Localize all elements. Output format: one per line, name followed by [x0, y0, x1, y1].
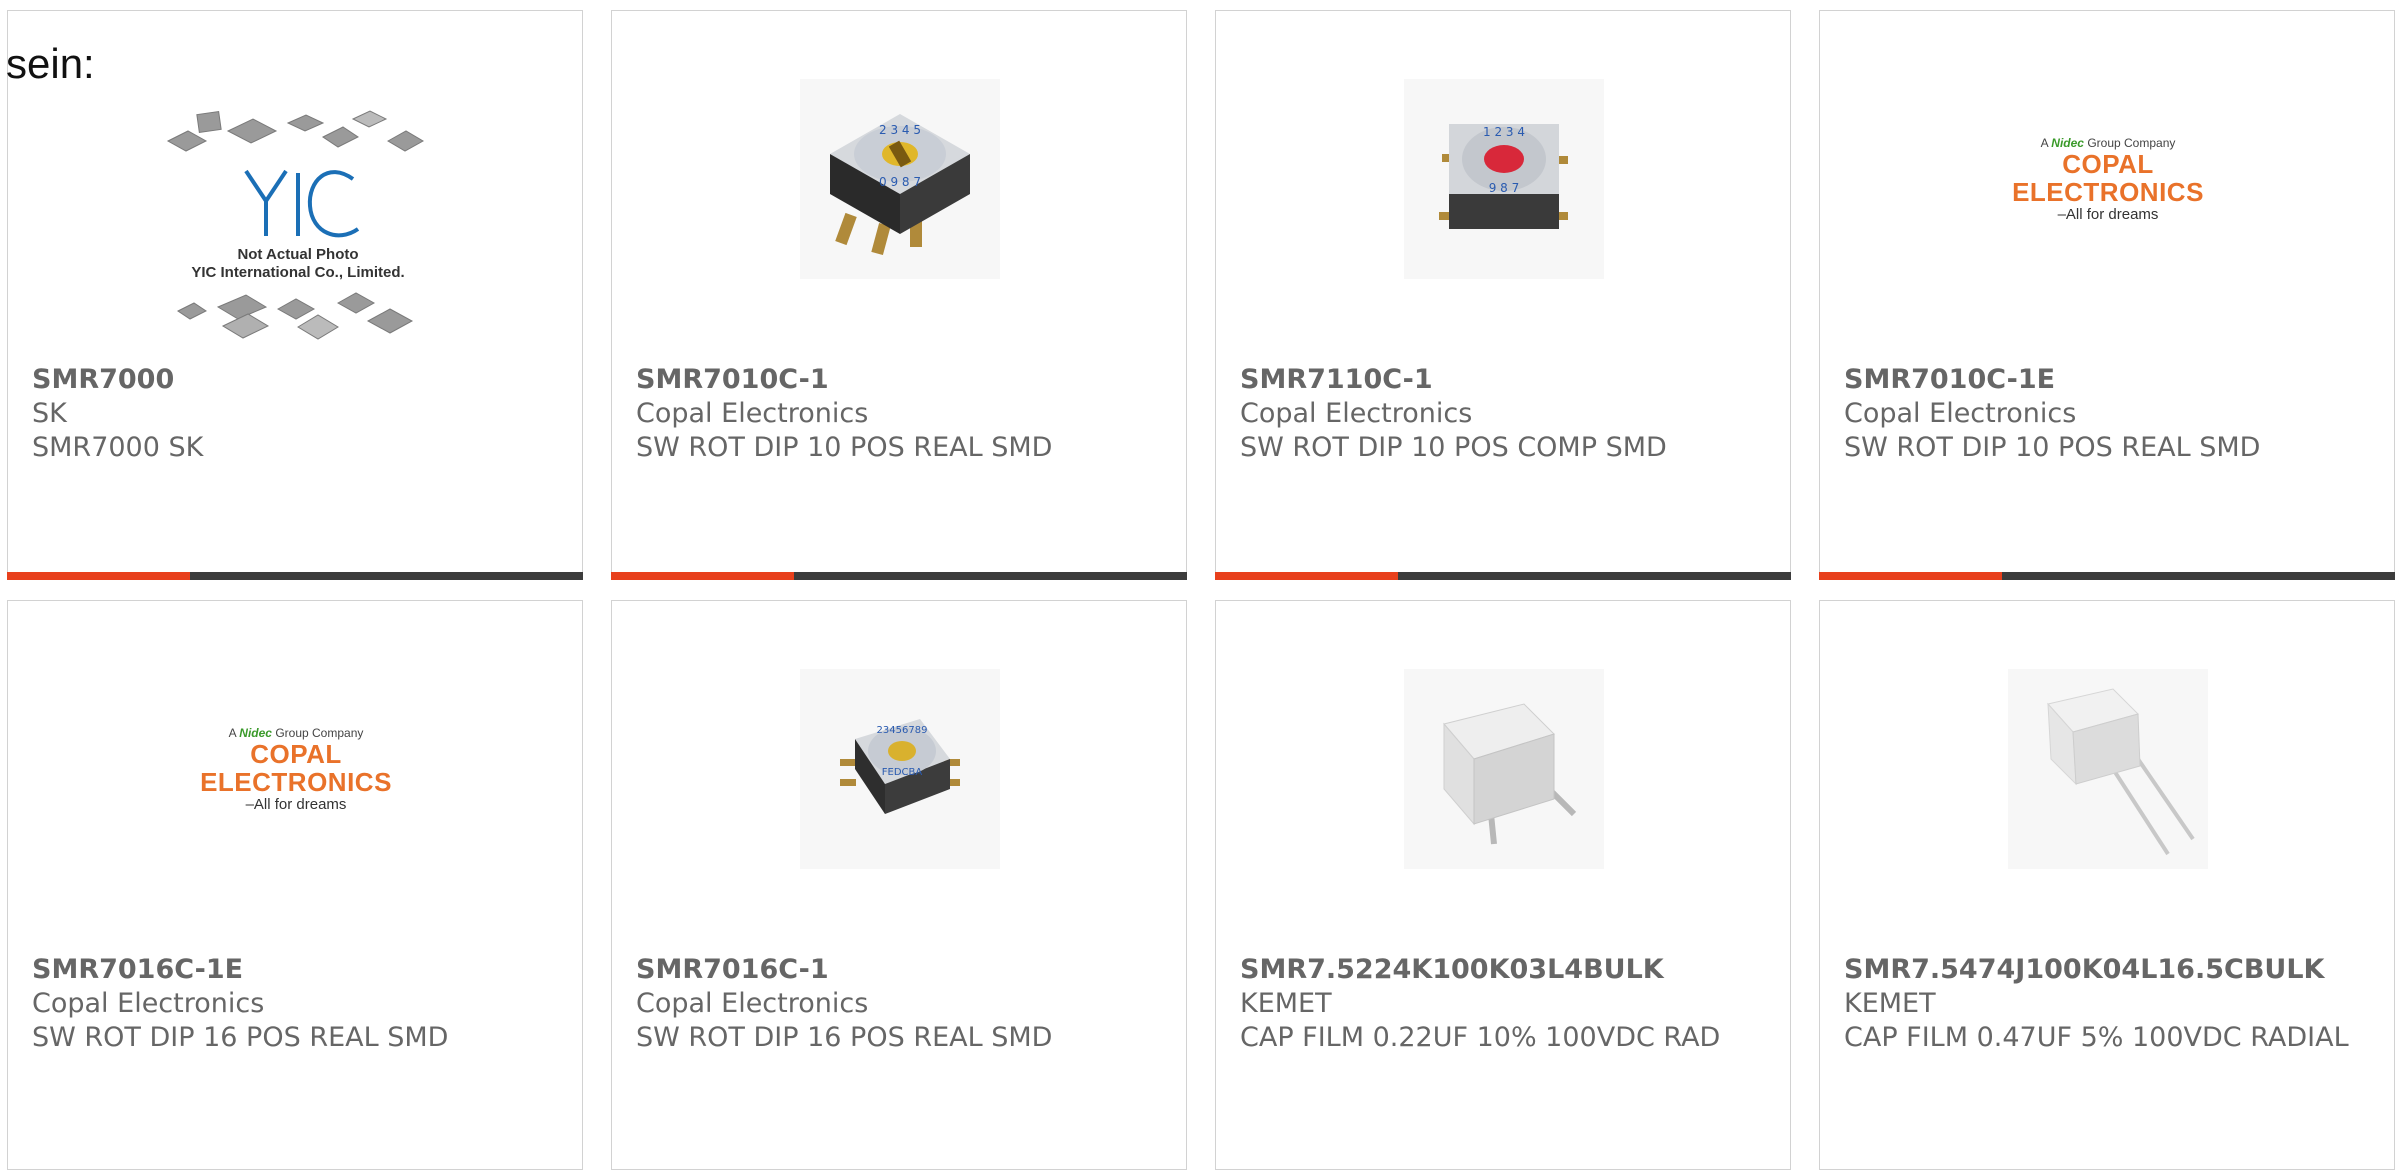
film-capacitor-icon: [1443, 703, 1577, 845]
rotary-switch-icon: 23456789 FEDCBA: [840, 719, 960, 814]
part-number[interactable]: SMR7000: [32, 363, 562, 397]
manufacturer: KEMET: [1844, 988, 1936, 1019]
product-image-film-capacitor[interactable]: [2008, 669, 2208, 869]
part-number[interactable]: SMR7.5224K100K03L4BULK: [1240, 953, 1770, 987]
description: SW ROT DIP 10 POS REAL SMD: [1844, 432, 2261, 463]
part-number[interactable]: SMR7010C-1: [636, 363, 1166, 397]
part-number[interactable]: SMR7110C-1: [1240, 363, 1770, 397]
intro-text: sein:: [6, 40, 95, 87]
product-card-smr7-5224k100k03l4bulk[interactable]: SMR7.5224K100K03L4BULK KEMET CAP FILM 0.…: [1215, 600, 1791, 1170]
description: SW ROT DIP 10 POS REAL SMD: [636, 432, 1053, 463]
product-card-smr7000[interactable]: Not Actual Photo YIC International Co., …: [7, 10, 583, 580]
product-image-film-capacitor[interactable]: [1404, 669, 1604, 869]
part-number[interactable]: SMR7.5474J100K04L16.5CBULK: [1844, 953, 2374, 987]
product-card-smr7010c-1e[interactable]: A Nidec Group Company COPAL ELECTRONICS …: [1819, 10, 2395, 580]
card-accent-bar: [1819, 572, 2395, 580]
rotary-switch-icon: 1 2 3 4 9 8 7: [1439, 124, 1568, 229]
manufacturer: Copal Electronics: [636, 398, 869, 429]
description: SMR7000 SK: [32, 432, 204, 463]
product-card-smr7010c-1[interactable]: 2 3 4 5 0 9 8 7 SMR7010C-1 Copal Electro…: [611, 10, 1187, 580]
svg-text:FEDCBA: FEDCBA: [882, 767, 923, 778]
svg-text:2 3 4 5: 2 3 4 5: [879, 123, 921, 137]
product-image-rotary-switch[interactable]: 23456789 FEDCBA: [800, 669, 1000, 869]
manufacturer: KEMET: [1240, 988, 1332, 1019]
film-capacitor-icon: [2047, 688, 2195, 856]
product-image-placeholder[interactable]: Not Actual Photo YIC International Co., …: [158, 101, 438, 351]
copal-electronics-logo: A Nidec Group Company COPAL ELECTRONICS …: [200, 725, 392, 813]
svg-text:9 8 7: 9 8 7: [1489, 181, 1520, 195]
product-card-smr7016c-1[interactable]: 23456789 FEDCBA SMR7016C-1 Copal Electro…: [611, 600, 1187, 1170]
rotary-switch-icon: 2 3 4 5 0 9 8 7: [830, 114, 970, 256]
product-image-copal-logo[interactable]: A Nidec Group Company COPAL ELECTRONICS …: [196, 669, 396, 869]
product-image-rotary-switch[interactable]: 2 3 4 5 0 9 8 7: [800, 79, 1000, 279]
product-card-smr7110c-1[interactable]: 1 2 3 4 9 8 7 SMR7110C-1 Copal Electroni…: [1215, 10, 1791, 580]
svg-text:1 2 3 4: 1 2 3 4: [1483, 125, 1525, 139]
description: CAP FILM 0.47UF 5% 100VDC RADIAL: [1844, 1022, 2349, 1053]
part-number[interactable]: SMR7016C-1E: [32, 953, 562, 987]
part-number[interactable]: SMR7016C-1: [636, 953, 1166, 987]
manufacturer: Copal Electronics: [636, 988, 869, 1019]
manufacturer: SK: [32, 398, 67, 429]
manufacturer: Copal Electronics: [1844, 398, 2077, 429]
placeholder-line2: YIC International Co., Limited.: [191, 264, 404, 281]
description: SW ROT DIP 16 POS REAL SMD: [636, 1022, 1053, 1053]
card-accent-bar: [611, 572, 1187, 580]
manufacturer: Copal Electronics: [1240, 398, 1473, 429]
svg-text:23456789: 23456789: [877, 725, 928, 736]
product-image-copal-logo[interactable]: A Nidec Group Company COPAL ELECTRONICS …: [2008, 79, 2208, 279]
card-accent-bar: [1215, 572, 1791, 580]
part-number[interactable]: SMR7010C-1E: [1844, 363, 2374, 397]
placeholder-line1: Not Actual Photo: [237, 246, 358, 263]
not-actual-photo-icon: Not Actual Photo YIC International Co., …: [166, 110, 425, 340]
product-image-rotary-switch[interactable]: 1 2 3 4 9 8 7: [1404, 79, 1604, 279]
manufacturer: Copal Electronics: [32, 988, 265, 1019]
svg-text:0 9 8 7: 0 9 8 7: [879, 175, 921, 189]
description: CAP FILM 0.22UF 10% 100VDC RAD: [1240, 1022, 1721, 1053]
description: SW ROT DIP 10 POS COMP SMD: [1240, 432, 1667, 463]
description: SW ROT DIP 16 POS REAL SMD: [32, 1022, 449, 1053]
product-card-smr7016c-1e[interactable]: A Nidec Group Company COPAL ELECTRONICS …: [7, 600, 583, 1170]
product-card-smr7-5474j100k04l16-5cbulk[interactable]: SMR7.5474J100K04L16.5CBULK KEMET CAP FIL…: [1819, 600, 2395, 1170]
copal-electronics-logo: A Nidec Group Company COPAL ELECTRONICS …: [2012, 135, 2204, 223]
card-accent-bar: [7, 572, 583, 580]
